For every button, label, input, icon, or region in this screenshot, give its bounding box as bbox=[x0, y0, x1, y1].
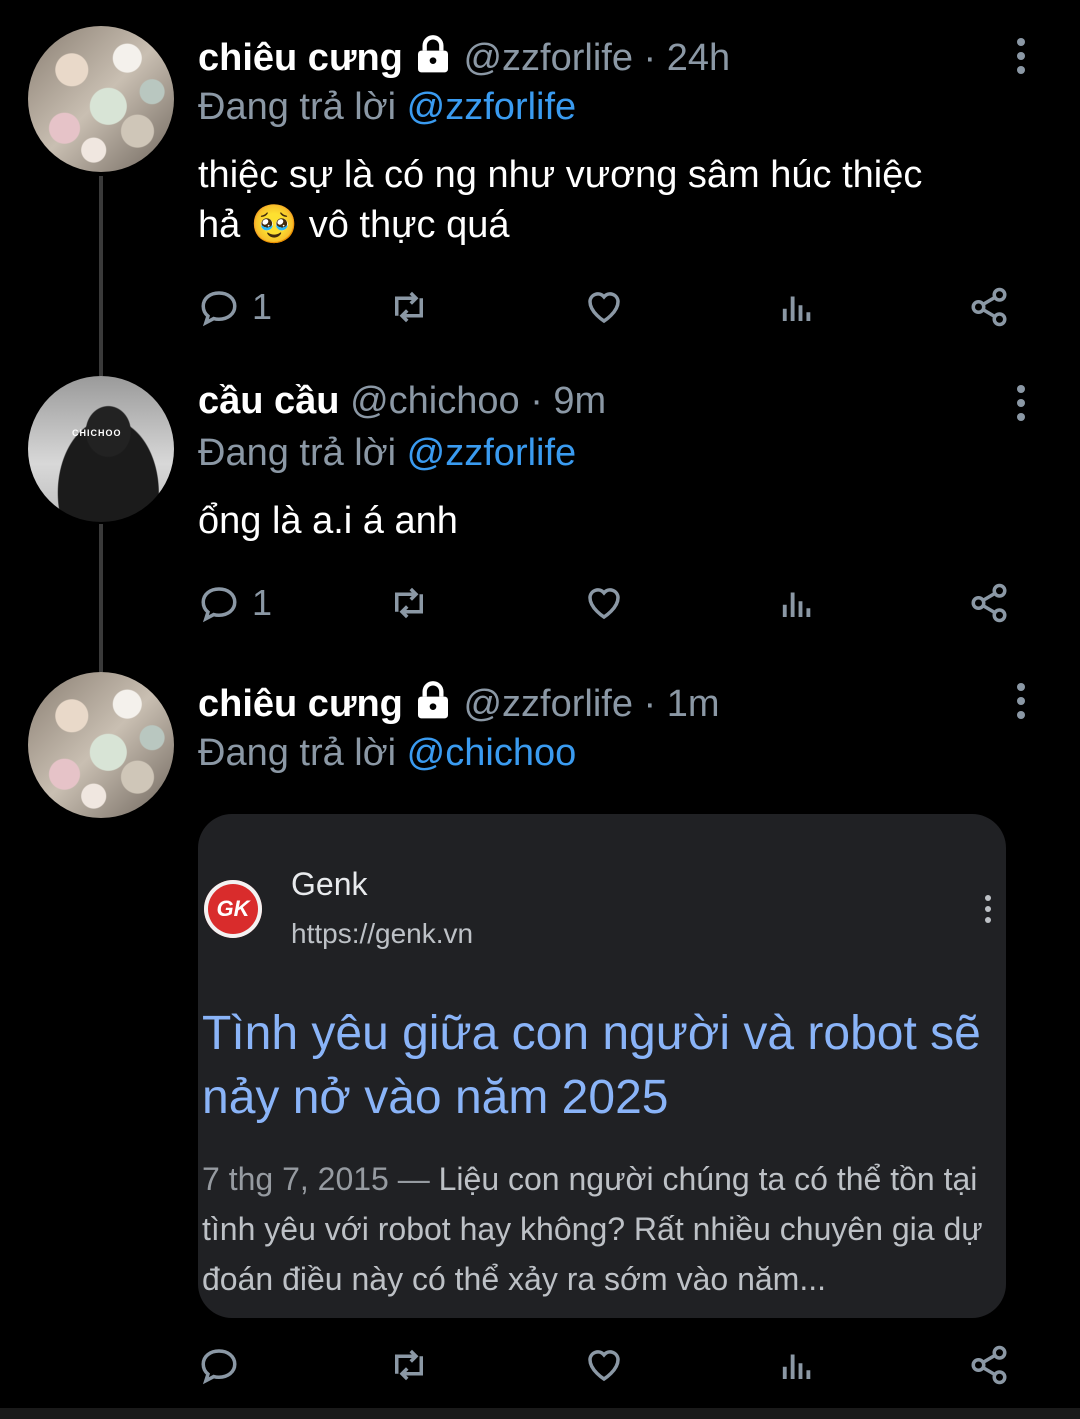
reply-button[interactable]: 1 bbox=[198, 578, 272, 628]
like-button[interactable] bbox=[583, 282, 625, 332]
share-button[interactable] bbox=[968, 1340, 1010, 1390]
like-button[interactable] bbox=[583, 578, 625, 628]
analytics-button[interactable] bbox=[776, 282, 818, 332]
more-icon[interactable] bbox=[1006, 36, 1036, 76]
share-icon bbox=[971, 583, 1007, 623]
retweet-button[interactable] bbox=[388, 1340, 430, 1390]
like-icon bbox=[588, 588, 620, 620]
retweet-icon bbox=[395, 1349, 423, 1381]
action-bar bbox=[198, 1340, 1018, 1390]
retweet-icon bbox=[395, 291, 423, 323]
tweet-text-line: ổng là a.i á anh bbox=[198, 500, 458, 542]
site-logo: GK bbox=[204, 880, 262, 938]
reply-icon bbox=[201, 291, 237, 327]
replying-to: Đang trả lời @chichoo bbox=[198, 732, 576, 775]
reply-prefix: Đang trả lời bbox=[198, 86, 397, 128]
tweet-header: chiêu cưng @zzforlife · 24h bbox=[198, 34, 730, 80]
mention-link[interactable]: @chichoo bbox=[407, 732, 577, 774]
link-preview-card[interactable]: GK Genk https://genk.vn Tình yêu giữa co… bbox=[198, 814, 1006, 1318]
tweet-header: cầu cầu @chichoo · 9m bbox=[198, 380, 606, 423]
reply-prefix: Đang trả lời bbox=[198, 432, 397, 474]
analytics-icon bbox=[782, 296, 811, 321]
more-icon[interactable] bbox=[1006, 681, 1036, 721]
action-bar: 1 bbox=[198, 578, 1018, 628]
handle-and-time: @zzforlife · 24h bbox=[463, 37, 731, 79]
display-name[interactable]: chiêu cưng bbox=[198, 683, 403, 725]
thread-line bbox=[99, 176, 103, 376]
reply-prefix: Đang trả lời bbox=[198, 732, 397, 774]
action-bar: 1 bbox=[198, 282, 1018, 332]
article-title[interactable]: Tình yêu giữa con người và robot sẽ nảy … bbox=[202, 1002, 1002, 1130]
share-button[interactable] bbox=[968, 578, 1010, 628]
more-icon[interactable] bbox=[978, 894, 998, 924]
tweet-text-line: hả 🥹 vô thực quá bbox=[198, 204, 510, 246]
like-button[interactable] bbox=[583, 1340, 625, 1390]
handle-and-time: @zzforlife · 1m bbox=[463, 683, 720, 725]
article-snippet: 7 thg 7, 2015 — Liệu con người chúng ta … bbox=[202, 1154, 1002, 1304]
thread-line bbox=[99, 524, 103, 672]
retweet-button[interactable] bbox=[388, 282, 430, 332]
avatar[interactable]: CHICHOO bbox=[28, 376, 174, 522]
reply-count: 1 bbox=[252, 582, 273, 623]
tweet-header: chiêu cưng @zzforlife · 1m bbox=[198, 680, 720, 726]
analytics-icon bbox=[782, 592, 811, 617]
bottom-divider bbox=[0, 1408, 1080, 1419]
mention-link[interactable]: @zzforlife bbox=[407, 86, 577, 128]
replying-to: Đang trả lời @zzforlife bbox=[198, 86, 576, 129]
reply-icon bbox=[201, 587, 237, 623]
tweet-text: ổng là a.i á anh bbox=[198, 496, 458, 546]
replying-to: Đang trả lời @zzforlife bbox=[198, 432, 576, 475]
avatar[interactable] bbox=[28, 26, 174, 172]
tweet-text: thiệc sự là có ng như vương sâm húc thiệ… bbox=[198, 150, 922, 250]
retweet-icon bbox=[395, 587, 423, 619]
lock-icon bbox=[417, 681, 448, 719]
site-url: https://genk.vn bbox=[291, 918, 474, 949]
tweet-text-line: thiệc sự là có ng như vương sâm húc thiệ… bbox=[198, 154, 923, 196]
avatar[interactable] bbox=[28, 672, 174, 818]
lock-icon bbox=[417, 35, 448, 73]
avatar-shirt-text: CHICHOO bbox=[72, 428, 122, 438]
like-icon bbox=[588, 1350, 620, 1382]
share-icon bbox=[971, 1345, 1007, 1385]
share-icon bbox=[971, 287, 1007, 327]
analytics-icon bbox=[782, 1354, 811, 1379]
display-name[interactable]: cầu cầu bbox=[198, 380, 340, 422]
reply-button[interactable]: 1 bbox=[198, 282, 272, 332]
reply-icon bbox=[201, 1349, 237, 1385]
like-icon bbox=[588, 292, 620, 324]
site-name: Genk bbox=[291, 866, 368, 902]
retweet-button[interactable] bbox=[388, 578, 430, 628]
analytics-button[interactable] bbox=[776, 578, 818, 628]
reply-button[interactable] bbox=[198, 1340, 240, 1390]
article-date: 7 thg 7, 2015 — bbox=[202, 1161, 430, 1197]
more-icon[interactable] bbox=[1006, 383, 1036, 423]
display-name[interactable]: chiêu cưng bbox=[198, 37, 403, 79]
analytics-button[interactable] bbox=[776, 1340, 818, 1390]
reply-count: 1 bbox=[252, 286, 273, 327]
share-button[interactable] bbox=[968, 282, 1010, 332]
handle-and-time: @chichoo · 9m bbox=[350, 380, 607, 422]
mention-link[interactable]: @zzforlife bbox=[407, 432, 577, 474]
